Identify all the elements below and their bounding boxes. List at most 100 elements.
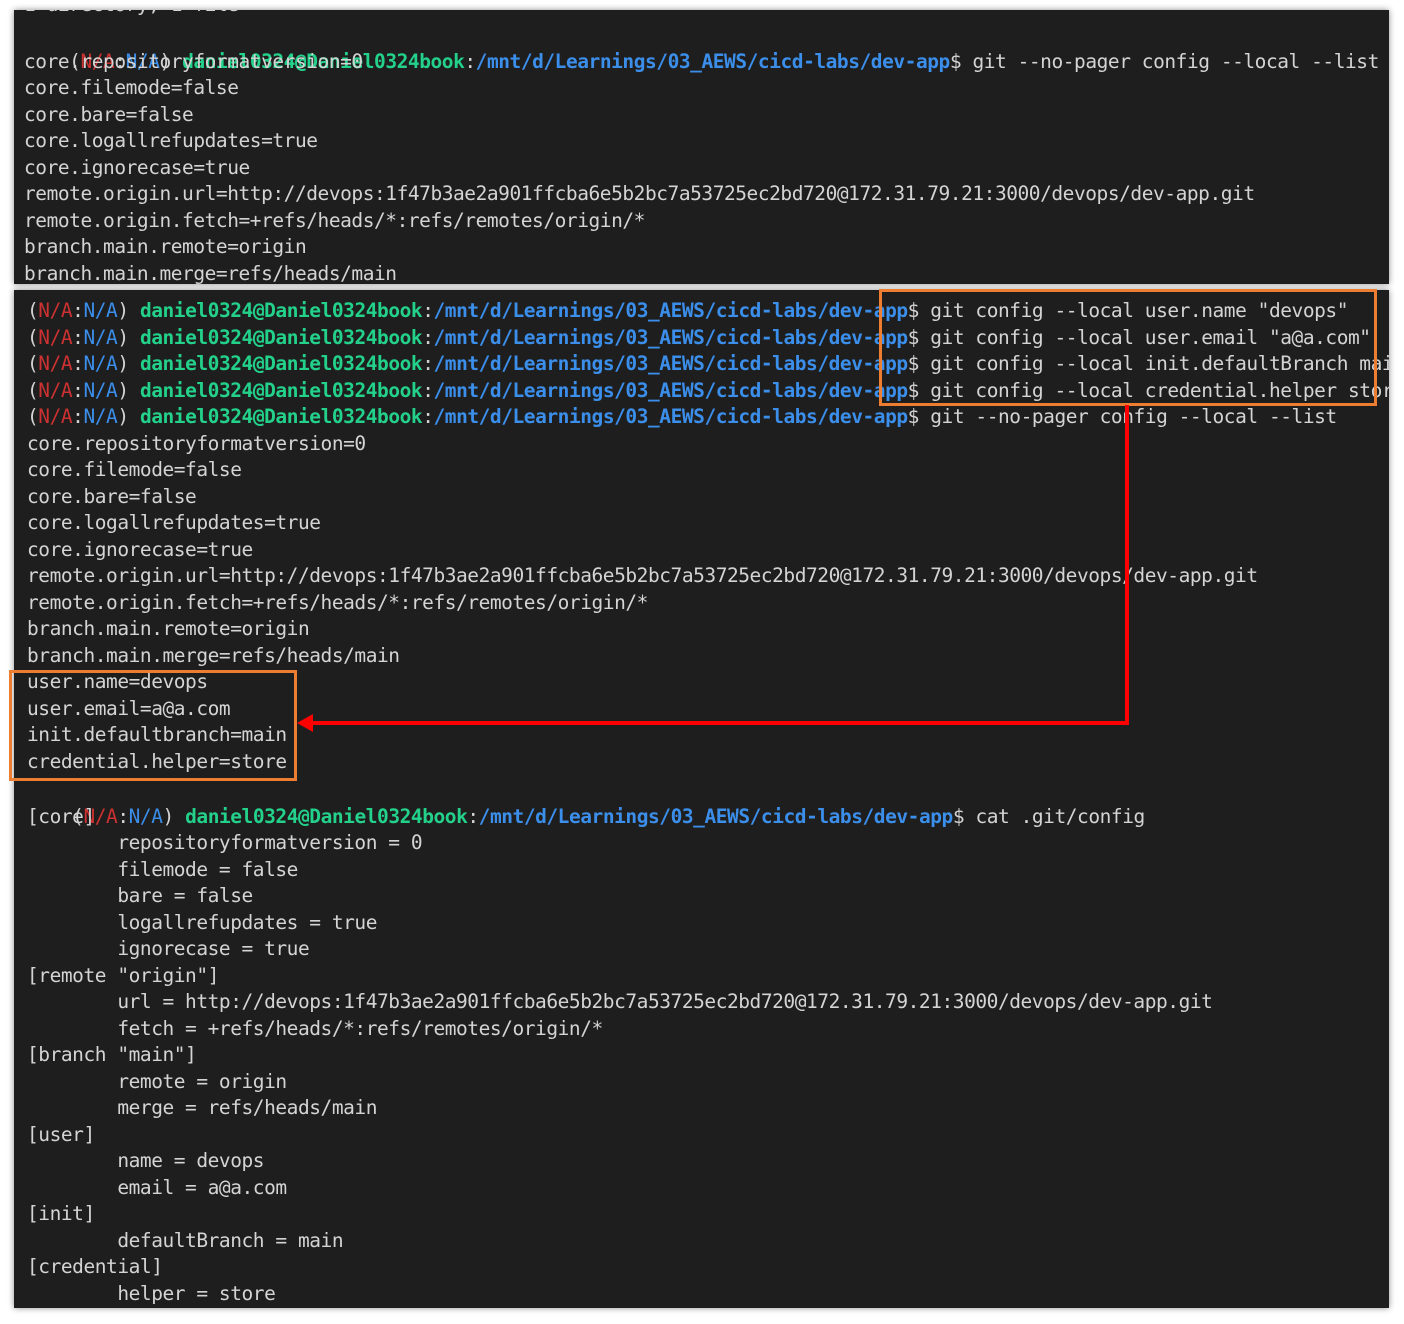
prompt-colon: : [422,405,434,428]
env-indicator-a: N/A [38,352,73,375]
prompt-dollar: $ [907,378,931,402]
env-indicator-b: N/A [83,299,118,322]
env-paren-open: ( [27,405,39,428]
env-paren-open: ( [27,378,39,402]
prompt-line: (N/A:N/A) daniel0324@Daniel0324book:/mnt… [27,298,1348,325]
output-line: branch.main.merge=refs/heads/main [27,643,400,667]
config-line: fetch = +refs/heads/*:refs/remotes/origi… [27,1016,603,1040]
config-line: [core] [27,804,95,828]
terminal-panel-bottom[interactable]: (N/A:N/A) daniel0324@Daniel0324book:/mnt… [14,290,1389,1308]
env-colon: : [72,352,84,375]
command-text: git config --local user.email "a@a.com" [930,325,1371,349]
prompt-colon: : [467,804,479,828]
prompt-user-host: daniel0324@Daniel0324book [185,804,468,828]
output-line: core.ignorecase=true [24,155,250,179]
env-indicator-b: N/A [128,804,163,828]
env-paren-open: ( [27,352,39,375]
env-paren-close: ) [117,405,140,428]
prompt-path: /mnt/d/Learnings/03_AEWS/cicd-labs/dev-a… [475,49,951,73]
output-line: remote.origin.url=http://devops:1f47b3ae… [27,564,1258,587]
output-line: core.logallrefupdates=true [27,511,321,534]
prompt-path: /mnt/d/Learnings/03_AEWS/cicd-labs/dev-a… [433,352,908,375]
output-line: init.defaultbranch=main [27,723,287,746]
prompt-dollar: $ [907,352,931,375]
prompt-user-host: daniel0324@Daniel0324book [139,325,423,349]
prompt-colon: : [422,325,434,349]
output-line: core.ignorecase=true [27,537,253,561]
command-text: git config --local init.defaultBranch ma… [930,352,1389,375]
output-line: credential.helper=store [27,749,287,773]
env-indicator-b: N/A [83,352,118,375]
output-line: remote.origin.fetch=+refs/heads/*:refs/r… [27,590,648,614]
prompt-path: /mnt/d/Learnings/03_AEWS/cicd-labs/dev-a… [478,804,954,828]
prompt-colon: : [422,378,434,402]
output-line: core.bare=false [27,484,197,508]
prompt-user-host: daniel0324@Daniel0324book [139,299,423,322]
config-line: [credential] [27,1255,163,1278]
config-line: name = devops [27,1149,265,1172]
command-text: cat .git/config [975,804,1145,828]
output-line: core.logallrefupdates=true [24,129,318,152]
config-line: ignorecase = true [27,937,310,960]
prompt-line: (N/A:N/A) daniel0324@Daniel0324book:/mnt… [27,325,1371,352]
prompt-path: /mnt/d/Learnings/03_AEWS/cicd-labs/dev-a… [433,325,908,349]
config-line: helper = store [27,1281,276,1305]
terminal-panel-top[interactable]: 1 directory, 1 file (N/A:N/A) daniel0324… [14,10,1389,284]
config-line: [init] [27,1202,95,1225]
output-line: remote.origin.fetch=+refs/heads/*:refs/r… [24,208,645,232]
env-indicator-a: N/A [38,378,73,402]
prompt-line: (N/A:N/A) daniel0324@Daniel0324book:/mnt… [27,404,1337,431]
prompt-colon: : [464,49,476,73]
output-line: branch.main.merge=refs/heads/main [24,261,397,285]
prompt-dollar: $ [907,299,931,322]
config-line: filemode = false [27,857,298,881]
env-indicator-b: N/A [83,325,118,349]
prompt-path: /mnt/d/Learnings/03_AEWS/cicd-labs/dev-a… [433,405,908,428]
output-line: user.name=devops [27,670,208,693]
truncated-output-line: 1 directory, 1 file [24,10,239,19]
output-line: core.repositoryformatversion=0 [27,431,366,455]
config-line: defaultBranch = main [27,1228,344,1252]
env-paren-close: ) [117,378,140,402]
prompt-user-host: daniel0324@Daniel0324book [139,352,423,375]
prompt-colon: : [422,299,434,322]
prompt-dollar: $ [949,49,973,73]
config-line: remote = origin [27,1069,287,1093]
command-text: git --no-pager config --local --list [930,405,1337,428]
prompt-path: /mnt/d/Learnings/03_AEWS/cicd-labs/dev-a… [433,378,908,402]
prompt-dollar: $ [907,405,931,428]
config-line: merge = refs/heads/main [27,1096,377,1119]
config-line: url = http://devops:1f47b3ae2a901ffcba6e… [27,990,1213,1013]
env-paren-open: ( [27,325,39,349]
env-colon: : [72,405,84,428]
prompt-line: (N/A:N/A) daniel0324@Daniel0324book:/mnt… [27,378,1389,405]
output-line: branch.main.remote=origin [27,617,310,640]
env-paren-open: ( [27,299,39,322]
prompt-path: /mnt/d/Learnings/03_AEWS/cicd-labs/dev-a… [433,299,908,322]
env-paren-close: ) [117,352,140,375]
env-colon: : [72,299,84,322]
env-indicator-a: N/A [38,299,73,322]
output-line: branch.main.remote=origin [24,235,307,258]
prompt-line: (N/A:N/A) daniel0324@Daniel0324book:/mnt… [27,777,1145,828]
prompt-line: (N/A:N/A) daniel0324@Daniel0324book:/mnt… [27,351,1389,378]
prompt-dollar: $ [952,804,976,828]
output-line: core.filemode=false [27,458,242,481]
command-text: git config --local credential.helper sto… [930,378,1389,402]
output-line: core.bare=false [24,102,194,126]
config-line: email = a@a.com [27,1175,287,1199]
config-line: [remote "origin"] [27,963,219,987]
config-line: [user] [27,1122,95,1146]
command-text: git config --local user.name "devops" [930,299,1348,322]
env-indicator-a: N/A [38,405,73,428]
prompt-colon: : [422,352,434,375]
command-text: git --no-pager config --local --list [972,49,1379,73]
env-paren-close: ) [117,325,140,349]
config-line: repositoryformatversion = 0 [27,831,423,854]
env-indicator-a: N/A [38,325,73,349]
prompt-user-host: daniel0324@Daniel0324book [139,378,423,402]
env-indicator-b: N/A [83,405,118,428]
output-line: user.email=a@a.com [27,696,231,720]
config-line: [branch "main"] [27,1043,197,1066]
env-colon: : [72,325,84,349]
